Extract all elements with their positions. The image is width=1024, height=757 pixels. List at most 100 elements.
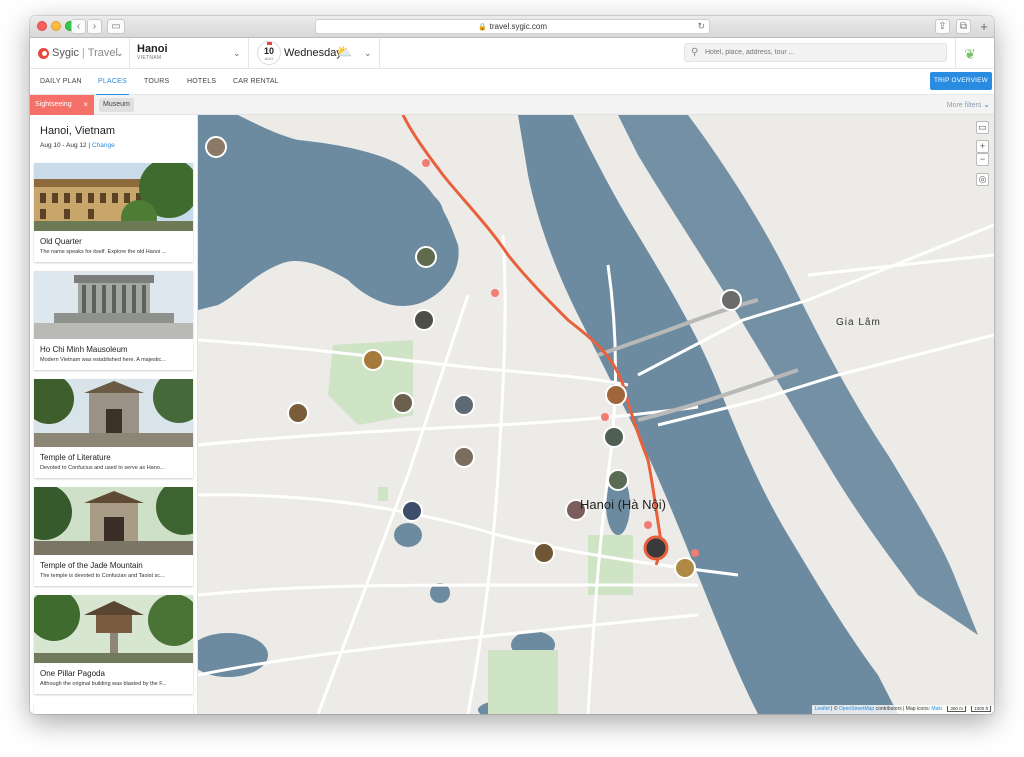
attribution-separator: | © bbox=[829, 706, 839, 712]
forward-icon[interactable]: › bbox=[87, 19, 102, 34]
date-month: AUG bbox=[264, 56, 274, 61]
place-name: One Pillar Pagoda bbox=[40, 669, 105, 678]
more-filters-button[interactable]: More filters ⌄ bbox=[947, 100, 990, 109]
search-input[interactable] bbox=[705, 46, 940, 59]
place-name: Temple of Literature bbox=[40, 453, 111, 462]
destination-city: Hanoi bbox=[137, 43, 168, 55]
map-city-label: Hanoi (Hà Nội) bbox=[580, 497, 666, 512]
place-description: Although the original building was blast… bbox=[40, 681, 167, 687]
close-icon[interactable]: × bbox=[83, 95, 88, 115]
place-marker bbox=[205, 136, 227, 158]
search-box[interactable]: ⚲ bbox=[684, 43, 947, 62]
place-card[interactable]: Temple of Literature Devoted to Confuciu… bbox=[34, 379, 193, 478]
chevron-down-icon[interactable]: ⌄ bbox=[233, 48, 241, 59]
leaflet-link[interactable]: Leaflet bbox=[815, 706, 830, 712]
date-badge[interactable]: 10 AUG bbox=[257, 41, 281, 65]
tab-tours[interactable]: TOURS bbox=[144, 78, 169, 85]
zoom-out-button[interactable]: − bbox=[976, 153, 989, 166]
filter-museum[interactable]: Museum bbox=[99, 98, 134, 112]
chevron-down-icon[interactable]: ⌄ bbox=[116, 48, 124, 59]
place-marker bbox=[413, 309, 435, 331]
address-bar[interactable]: 🔒 travel.sygic.com ↻ bbox=[315, 19, 710, 34]
map-attribution: Leaflet | © OpenStreetMap contributors |… bbox=[811, 705, 994, 714]
sidebar-toggle-icon[interactable]: ▭ bbox=[107, 19, 125, 34]
place-description: The name speaks for itself. Explore the … bbox=[40, 249, 167, 255]
reload-icon[interactable]: ↻ bbox=[697, 20, 705, 33]
place-name: Temple of the Jade Mountain bbox=[40, 561, 143, 570]
divider bbox=[129, 38, 130, 69]
tab-car-rental[interactable]: CAR RENTAL bbox=[233, 78, 279, 85]
weekday-label[interactable]: Wednesday bbox=[284, 47, 342, 59]
place-marker bbox=[607, 469, 629, 491]
lake bbox=[394, 523, 422, 547]
new-tab-icon[interactable]: + bbox=[976, 19, 992, 35]
divider bbox=[248, 38, 249, 69]
map-canvas[interactable]: Hanoi (Hà Nội) Gia Lâm bbox=[198, 115, 994, 714]
brand-name: Sygic bbox=[52, 47, 79, 59]
filter-sightseeing-label: Sightseeing bbox=[35, 101, 72, 108]
browser-window: ‹ › ▭ 🔒 travel.sygic.com ↻ ⇪ ⧉ + Sygic | … bbox=[30, 16, 994, 714]
more-filters-label: More filters bbox=[946, 102, 982, 109]
tab-daily-plan[interactable]: DAILY PLAN bbox=[40, 78, 82, 85]
app-header: Sygic | Travel ⌄ Hanoi VIETNAM ⌄ 10 AUG … bbox=[30, 38, 994, 69]
scale-feet: 1000 ft bbox=[971, 706, 991, 712]
place-marker bbox=[453, 394, 475, 416]
chevron-down-icon: ⌄ bbox=[983, 100, 990, 109]
scale-meters: 300 m bbox=[947, 706, 966, 712]
lock-icon: 🔒 bbox=[477, 24, 487, 31]
tabs-icon[interactable]: ⧉ bbox=[956, 19, 971, 34]
place-marker bbox=[392, 392, 414, 414]
place-photo bbox=[34, 163, 193, 231]
place-marker bbox=[362, 349, 384, 371]
divider bbox=[379, 38, 380, 69]
brand-separator: | bbox=[81, 47, 85, 59]
trip-dates: Aug 10 - Aug 12 | Change bbox=[40, 142, 115, 149]
place-marker bbox=[533, 542, 555, 564]
tab-places[interactable]: PLACES bbox=[96, 78, 129, 96]
chevron-down-icon[interactable]: ⌄ bbox=[364, 48, 372, 59]
sygic-logo[interactable]: Sygic | Travel bbox=[38, 47, 118, 59]
place-card[interactable]: Ho Chi Minh Mausoleum Modern Vietnam was… bbox=[34, 271, 193, 370]
place-card[interactable]: One Pillar Pagoda Although the original … bbox=[34, 595, 193, 694]
place-photo bbox=[34, 379, 193, 447]
place-card[interactable]: Old Quarter The name speaks for itself. … bbox=[34, 163, 193, 262]
url-text: travel.sygic.com bbox=[489, 22, 548, 31]
place-photo bbox=[34, 595, 193, 663]
place-description: The temple is devoted to Confucian and T… bbox=[40, 573, 165, 579]
map-view[interactable]: Hanoi (Hà Nội) Gia Lâm ▭ + − ◎ Leaflet |… bbox=[198, 115, 994, 714]
osm-link[interactable]: OpenStreetMap bbox=[839, 706, 874, 712]
place-marker bbox=[720, 289, 742, 311]
sygic-logo-icon bbox=[38, 47, 49, 59]
place-marker bbox=[287, 402, 309, 424]
layers-icon[interactable]: ▭ bbox=[976, 121, 989, 134]
share-icon[interactable]: ⇪ bbox=[935, 19, 950, 34]
minimize-window-button[interactable] bbox=[51, 21, 61, 31]
trip-overview-button[interactable]: TRIP OVERVIEW bbox=[930, 72, 992, 90]
place-marker bbox=[415, 246, 437, 268]
zoom-in-button[interactable]: + bbox=[976, 140, 989, 153]
place-card[interactable]: Temple of the Jade Mountain The temple i… bbox=[34, 487, 193, 586]
filter-sightseeing[interactable]: Sightseeing × bbox=[30, 95, 94, 115]
filter-bar: Sightseeing × Museum More filters ⌄ bbox=[30, 95, 994, 115]
maki-link[interactable]: Maki bbox=[931, 706, 942, 712]
main-nav: DAILY PLAN PLACES TOURS HOTELS CAR RENTA… bbox=[30, 69, 994, 96]
brand-product: Travel bbox=[87, 47, 118, 59]
attribution-text: contributors | Map icons: bbox=[874, 706, 932, 712]
sidebar-title: Hanoi, Vietnam bbox=[40, 125, 116, 137]
place-name: Ho Chi Minh Mausoleum bbox=[40, 345, 128, 354]
change-dates-link[interactable]: Change bbox=[92, 142, 115, 149]
locate-icon[interactable]: ◎ bbox=[976, 173, 989, 186]
destination-selector[interactable]: Hanoi VIETNAM bbox=[137, 43, 168, 61]
leaf-avatar-icon[interactable]: ❦ bbox=[960, 44, 980, 64]
partly-cloudy-icon: ⛅ bbox=[336, 44, 353, 59]
place-card[interactable] bbox=[34, 703, 193, 714]
map-district-label: Gia Lâm bbox=[836, 317, 881, 328]
close-window-button[interactable] bbox=[37, 21, 47, 31]
place-photo bbox=[34, 271, 193, 339]
park bbox=[488, 650, 558, 714]
park bbox=[378, 487, 388, 501]
tab-hotels[interactable]: HOTELS bbox=[187, 78, 216, 85]
places-sidebar: Hanoi, Vietnam Aug 10 - Aug 12 | Change bbox=[30, 115, 198, 714]
back-icon[interactable]: ‹ bbox=[71, 19, 86, 34]
place-marker bbox=[605, 384, 627, 406]
